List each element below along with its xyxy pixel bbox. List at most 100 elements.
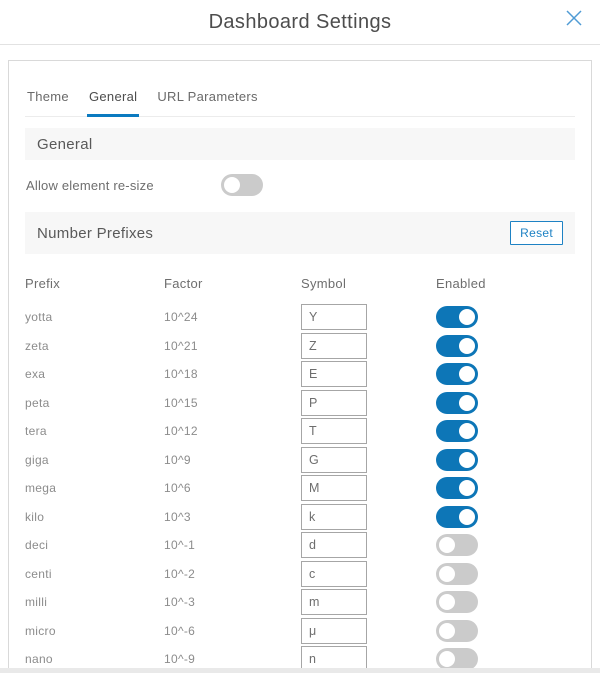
enabled-cell xyxy=(436,506,575,528)
symbol-cell xyxy=(301,447,436,473)
prefix-label: nano xyxy=(25,652,164,666)
allow-resize-label: Allow element re-size xyxy=(26,178,221,193)
enabled-toggle[interactable] xyxy=(436,363,478,385)
prefix-label: centi xyxy=(25,567,164,581)
number-prefixes-title: Number Prefixes xyxy=(37,225,153,242)
symbol-input[interactable] xyxy=(301,532,367,558)
table-row: peta 10^15 xyxy=(25,389,575,418)
column-header-enabled: Enabled xyxy=(436,276,575,291)
enabled-cell xyxy=(436,563,575,585)
number-prefixes-section-header: Number Prefixes Reset xyxy=(25,212,575,254)
table-row: centi 10^-2 xyxy=(25,560,575,589)
enabled-cell xyxy=(436,363,575,385)
prefix-label: giga xyxy=(25,453,164,467)
general-section-header: General xyxy=(25,128,575,160)
bottom-strip xyxy=(0,668,600,673)
factor-label: 10^-3 xyxy=(164,595,301,609)
general-section-title: General xyxy=(37,136,92,153)
prefix-label: milli xyxy=(25,595,164,609)
enabled-cell xyxy=(436,449,575,471)
close-icon xyxy=(564,8,584,33)
factor-label: 10^24 xyxy=(164,310,301,324)
prefix-label: micro xyxy=(25,624,164,638)
prefix-table-body: yotta 10^24 zeta 10^21 exa 10^18 peta 10… xyxy=(25,303,575,673)
toggle-knob xyxy=(459,395,475,411)
symbol-input[interactable] xyxy=(301,361,367,387)
table-row: micro 10^-6 xyxy=(25,617,575,646)
toggle-knob xyxy=(459,452,475,468)
table-row: tera 10^12 xyxy=(25,417,575,446)
enabled-toggle[interactable] xyxy=(436,563,478,585)
factor-label: 10^-6 xyxy=(164,624,301,638)
enabled-toggle[interactable] xyxy=(436,648,478,670)
prefix-label: exa xyxy=(25,367,164,381)
enabled-toggle[interactable] xyxy=(436,420,478,442)
table-row: yotta 10^24 xyxy=(25,303,575,332)
symbol-cell xyxy=(301,561,436,587)
table-row: milli 10^-3 xyxy=(25,588,575,617)
factor-label: 10^9 xyxy=(164,453,301,467)
toggle-knob xyxy=(439,537,455,553)
factor-label: 10^18 xyxy=(164,367,301,381)
symbol-cell xyxy=(301,333,436,359)
symbol-cell xyxy=(301,361,436,387)
prefix-label: mega xyxy=(25,481,164,495)
symbol-cell xyxy=(301,304,436,330)
factor-label: 10^-1 xyxy=(164,538,301,552)
symbol-input[interactable] xyxy=(301,504,367,530)
enabled-cell xyxy=(436,477,575,499)
symbol-input[interactable] xyxy=(301,475,367,501)
tab-general[interactable]: General xyxy=(87,89,139,117)
toggle-knob xyxy=(439,594,455,610)
symbol-cell xyxy=(301,618,436,644)
symbol-input[interactable] xyxy=(301,304,367,330)
symbol-input[interactable] xyxy=(301,618,367,644)
table-row: zeta 10^21 xyxy=(25,332,575,361)
enabled-toggle[interactable] xyxy=(436,620,478,642)
table-row: giga 10^9 xyxy=(25,446,575,475)
enabled-toggle[interactable] xyxy=(436,449,478,471)
prefix-label: kilo xyxy=(25,510,164,524)
enabled-toggle[interactable] xyxy=(436,591,478,613)
symbol-cell xyxy=(301,504,436,530)
enabled-cell xyxy=(436,591,575,613)
enabled-toggle[interactable] xyxy=(436,506,478,528)
symbol-input[interactable] xyxy=(301,589,367,615)
settings-panel: Theme General URL Parameters General All… xyxy=(8,60,592,673)
symbol-input[interactable] xyxy=(301,447,367,473)
allow-resize-toggle[interactable] xyxy=(221,174,263,196)
reset-button[interactable]: Reset xyxy=(510,221,563,245)
factor-label: 10^21 xyxy=(164,339,301,353)
prefix-label: deci xyxy=(25,538,164,552)
table-row: exa 10^18 xyxy=(25,360,575,389)
prefix-table-header: Prefix Factor Symbol Enabled xyxy=(25,276,575,291)
toggle-knob xyxy=(439,651,455,667)
symbol-input[interactable] xyxy=(301,333,367,359)
factor-label: 10^-2 xyxy=(164,567,301,581)
enabled-toggle[interactable] xyxy=(436,534,478,556)
close-button[interactable] xyxy=(562,8,586,32)
toggle-knob xyxy=(459,509,475,525)
enabled-toggle[interactable] xyxy=(436,392,478,414)
symbol-cell xyxy=(301,589,436,615)
dialog-header: Dashboard Settings xyxy=(0,0,600,45)
tab-url-parameters[interactable]: URL Parameters xyxy=(155,89,260,117)
prefix-label: yotta xyxy=(25,310,164,324)
symbol-input[interactable] xyxy=(301,561,367,587)
table-row: deci 10^-1 xyxy=(25,531,575,560)
symbol-input[interactable] xyxy=(301,390,367,416)
toggle-knob xyxy=(439,623,455,639)
factor-label: 10^12 xyxy=(164,424,301,438)
toggle-knob xyxy=(224,177,240,193)
prefix-label: tera xyxy=(25,424,164,438)
tab-bar: Theme General URL Parameters xyxy=(25,89,575,117)
symbol-cell xyxy=(301,532,436,558)
enabled-toggle[interactable] xyxy=(436,335,478,357)
table-row: kilo 10^3 xyxy=(25,503,575,532)
enabled-toggle[interactable] xyxy=(436,306,478,328)
dialog-title: Dashboard Settings xyxy=(0,0,600,45)
enabled-toggle[interactable] xyxy=(436,477,478,499)
tab-theme[interactable]: Theme xyxy=(25,89,71,117)
symbol-input[interactable] xyxy=(301,418,367,444)
toggle-knob xyxy=(439,566,455,582)
